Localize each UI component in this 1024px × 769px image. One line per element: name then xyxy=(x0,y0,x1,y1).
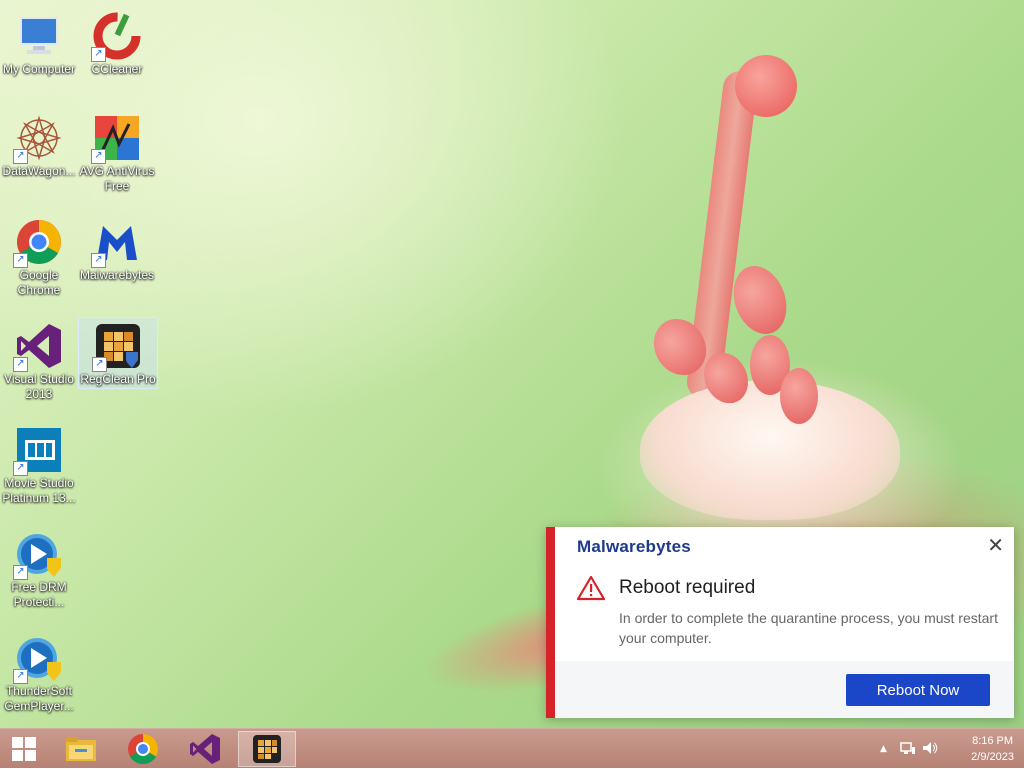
wallpaper-stamen xyxy=(780,368,818,424)
desktop-icon-free-drm[interactable]: ↗ Free DRM Protecti... xyxy=(0,526,78,610)
close-icon[interactable]: ✕ xyxy=(987,533,1004,557)
taskbar-file-explorer[interactable] xyxy=(52,731,110,767)
desktop-wallpaper: My Computer ↗ CCleaner ↗ DataWagon... ↗ … xyxy=(0,0,1024,728)
shortcut-arrow-icon: ↗ xyxy=(91,253,106,268)
notification-message: In order to complete the quarantine proc… xyxy=(619,610,998,646)
visual-studio-icon xyxy=(190,734,220,764)
shortcut-arrow-icon: ↗ xyxy=(13,669,28,684)
chrome-icon xyxy=(128,734,159,765)
desktop-icon-regclean-pro[interactable]: ↗ RegClean Pro xyxy=(78,317,158,389)
malwarebytes-icon: ↗ xyxy=(91,218,141,268)
desktop-icon-visual-studio[interactable]: ↗ Visual Studio 2013 xyxy=(0,318,78,402)
visual-studio-icon: ↗ xyxy=(13,322,63,372)
shortcut-arrow-icon: ↗ xyxy=(13,565,28,580)
regclean-icon: ↗ xyxy=(92,322,142,372)
shortcut-arrow-icon: ↗ xyxy=(91,149,106,164)
desktop-icon-my-computer[interactable]: My Computer xyxy=(0,8,78,77)
shortcut-arrow-icon: ↗ xyxy=(13,357,28,372)
network-icon[interactable] xyxy=(900,741,916,758)
regclean-icon xyxy=(253,735,281,763)
desktop-icon-label: Movie Studio Platinum 13... xyxy=(2,476,76,505)
desktop-icon-thundersoft[interactable]: ↗ ThunderSoft GemPlayer... xyxy=(0,630,78,714)
movie-studio-icon: ↗ xyxy=(13,426,63,476)
desktop-icon-label: Free DRM Protecti... xyxy=(11,580,67,609)
desktop-icon-chrome[interactable]: ↗ Google Chrome xyxy=(0,214,78,298)
desktop-icon-label: Visual Studio 2013 xyxy=(4,372,74,401)
notification-title: Reboot required xyxy=(619,577,756,598)
volume-icon[interactable] xyxy=(922,741,938,758)
taskbar-regclean-pro[interactable] xyxy=(238,731,296,767)
desktop-icon-movie-studio[interactable]: ↗ Movie Studio Platinum 13... xyxy=(0,422,78,506)
datawagon-icon: ↗ xyxy=(13,114,63,164)
system-tray: ▲ 8:16 PM 2/9/2023 xyxy=(864,729,1024,769)
desktop-icon-label: Malwarebytes xyxy=(79,268,155,282)
clock-date: 2/9/2023 xyxy=(971,751,1014,763)
taskbar-visual-studio[interactable] xyxy=(176,731,234,767)
malwarebytes-notification: Malwarebytes ✕ Reboot required In order … xyxy=(546,527,1014,718)
desktop-icon-datawagon[interactable]: ↗ DataWagon... xyxy=(0,110,78,179)
taskbar-clock[interactable]: 8:16 PM 2/9/2023 xyxy=(971,733,1014,765)
chrome-icon: ↗ xyxy=(13,218,63,268)
folder-icon xyxy=(66,737,96,761)
desktop-icon-malwarebytes[interactable]: ↗ Malwarebytes xyxy=(78,214,156,283)
avg-icon: ↗ xyxy=(91,114,141,164)
desktop-icon-label: RegClean Pro xyxy=(80,372,156,386)
desktop-icon-avg[interactable]: ↗ AVG AntiVirus Free xyxy=(78,110,156,194)
taskbar: ▲ 8:16 PM 2/9/2023 xyxy=(0,728,1024,768)
shortcut-arrow-icon: ↗ xyxy=(91,47,106,62)
taskbar-chrome[interactable] xyxy=(114,731,172,767)
desktop-icon-label: ThunderSoft GemPlayer... xyxy=(4,684,74,713)
warning-icon xyxy=(576,575,606,601)
media-player-icon: ↗ xyxy=(13,530,63,580)
desktop-icon-label: DataWagon... xyxy=(2,164,76,178)
wallpaper-stamen xyxy=(724,258,796,342)
clock-time: 8:16 PM xyxy=(972,735,1014,747)
wallpaper-stigma xyxy=(735,55,797,117)
desktop-icon-label: AVG AntiVirus Free xyxy=(79,164,155,193)
shortcut-arrow-icon: ↗ xyxy=(13,461,28,476)
windows-logo-icon xyxy=(12,737,36,761)
media-player-icon: ↗ xyxy=(13,634,63,684)
desktop-icon-label: Google Chrome xyxy=(17,268,61,297)
reboot-now-button[interactable]: Reboot Now xyxy=(846,674,990,706)
desktop-icon-ccleaner[interactable]: ↗ CCleaner xyxy=(78,8,156,77)
malwarebytes-logo: Malwarebytes xyxy=(577,537,691,556)
computer-icon xyxy=(15,12,63,60)
ccleaner-icon: ↗ xyxy=(91,12,141,62)
shortcut-arrow-icon: ↗ xyxy=(92,357,107,372)
notification-footer: Reboot Now xyxy=(555,661,1014,718)
desktop-icon-label: CCleaner xyxy=(91,62,143,76)
show-hidden-icons-button[interactable]: ▲ xyxy=(880,744,887,754)
desktop-icon-label: My Computer xyxy=(2,62,76,76)
wallpaper-flower xyxy=(640,380,900,520)
start-button[interactable] xyxy=(0,731,48,767)
shortcut-arrow-icon: ↗ xyxy=(13,253,28,268)
shortcut-arrow-icon: ↗ xyxy=(13,149,28,164)
